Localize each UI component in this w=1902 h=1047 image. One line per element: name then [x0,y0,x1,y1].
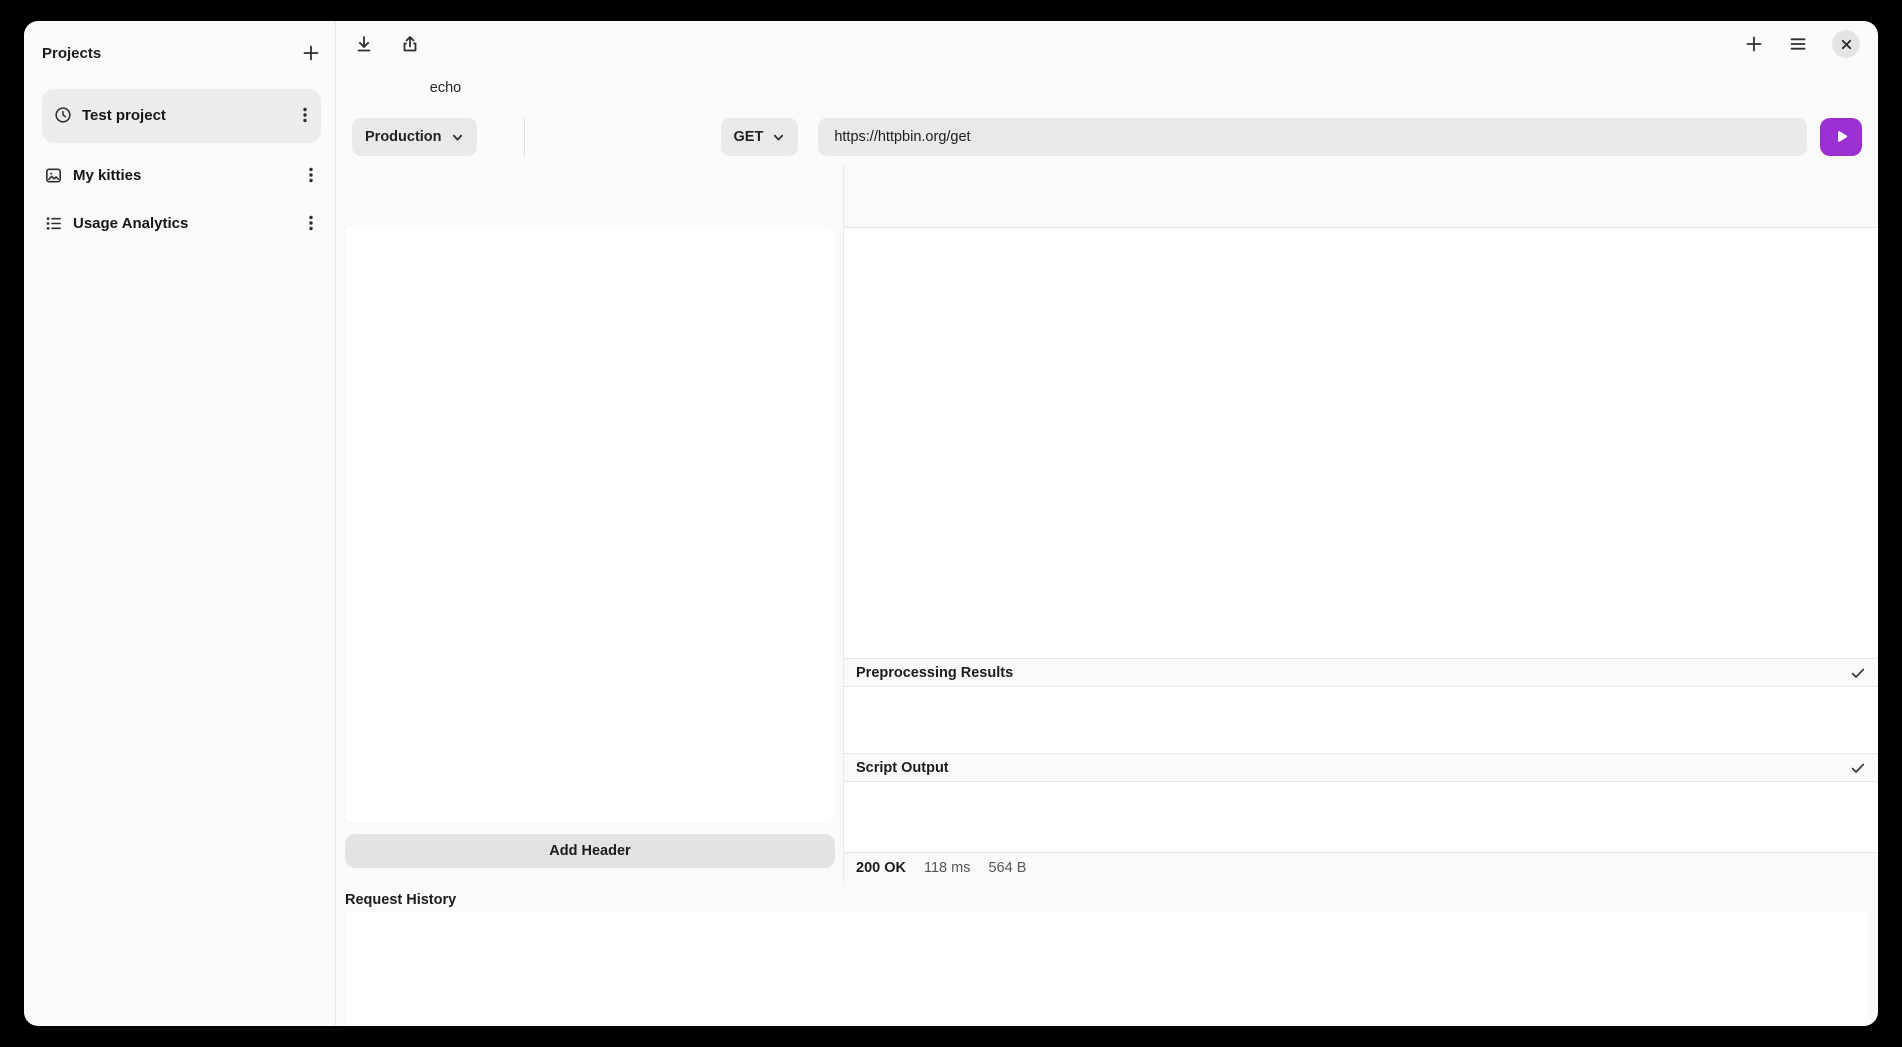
environment-label: Production [365,129,442,145]
method-label: GET [734,129,764,145]
chevron-down-icon [772,131,785,144]
project-group: Test project [42,89,321,143]
add-project-button[interactable] [301,43,321,63]
section-title: Script Output [856,760,1850,776]
sidebar-item-label: My kitties [73,167,293,184]
tab-label: echo [430,80,461,96]
url-value: https://httpbin.org/get [834,129,970,145]
response-panel: Preprocessing Results Script Output 200 … [843,165,1878,882]
app-window: Projects Test project My kitties [24,21,1878,1026]
close-icon [1840,38,1853,51]
response-status-bar: 200 OK 118 ms 564 B [844,852,1878,882]
main-area: echo Production GET https://httpbin.org/… [336,21,1878,1026]
response-time: 118 ms [924,860,970,876]
sidebar-item-my-kitties[interactable]: My kitties [42,159,321,191]
chevron-down-icon [451,131,464,144]
play-icon [1833,129,1849,145]
status-code: 200 OK [856,860,906,876]
environment-dropdown[interactable]: Production [352,118,477,156]
response-size: 564 B [988,860,1026,876]
menu-icon[interactable] [1788,34,1808,54]
toolbar [336,21,1878,67]
check-icon [1850,665,1866,681]
request-panel-tabs [345,165,835,227]
script-output-content [844,782,1878,852]
project-name[interactable]: Test project [82,107,287,124]
section-title: Preprocessing Results [856,665,1850,681]
preprocessing-results-header: Preprocessing Results [844,658,1878,687]
request-panel: Add Header [336,165,843,882]
headers-editor [345,227,835,822]
request-history: Request History [336,882,1878,1026]
image-icon [44,166,63,185]
project-kebab-menu-icon[interactable] [297,106,313,124]
kebab-menu-icon[interactable] [303,166,319,184]
tab-echo[interactable]: echo [338,70,553,106]
script-output-header: Script Output [844,753,1878,782]
send-request-button[interactable] [1820,118,1862,156]
sidebar: Projects Test project My kitties [24,21,336,1026]
toolbar-divider [524,118,525,156]
response-panel-tabs [844,165,1878,227]
check-icon [1850,760,1866,776]
projects-title: Projects [42,45,101,62]
clock-icon [54,106,72,124]
add-header-button[interactable]: Add Header [345,834,835,868]
request-history-title: Request History [345,888,1868,912]
list-icon [44,214,63,233]
new-tab-icon[interactable] [1744,34,1764,54]
url-input[interactable]: https://httpbin.org/get [818,118,1807,156]
kebab-menu-icon[interactable] [303,214,319,232]
share-icon[interactable] [400,34,420,54]
response-body-viewer[interactable] [844,227,1878,658]
preprocessing-results-output [844,687,1878,753]
request-bar: Production GET https://httpbin.org/get [336,109,1878,165]
sidebar-item-label: Usage Analytics [73,215,293,232]
method-dropdown[interactable]: GET [721,118,799,156]
sidebar-item-usage-analytics[interactable]: Usage Analytics [42,207,321,239]
close-window-button[interactable] [1832,30,1860,58]
download-icon[interactable] [354,34,374,54]
tab-bar: echo [336,67,1878,109]
